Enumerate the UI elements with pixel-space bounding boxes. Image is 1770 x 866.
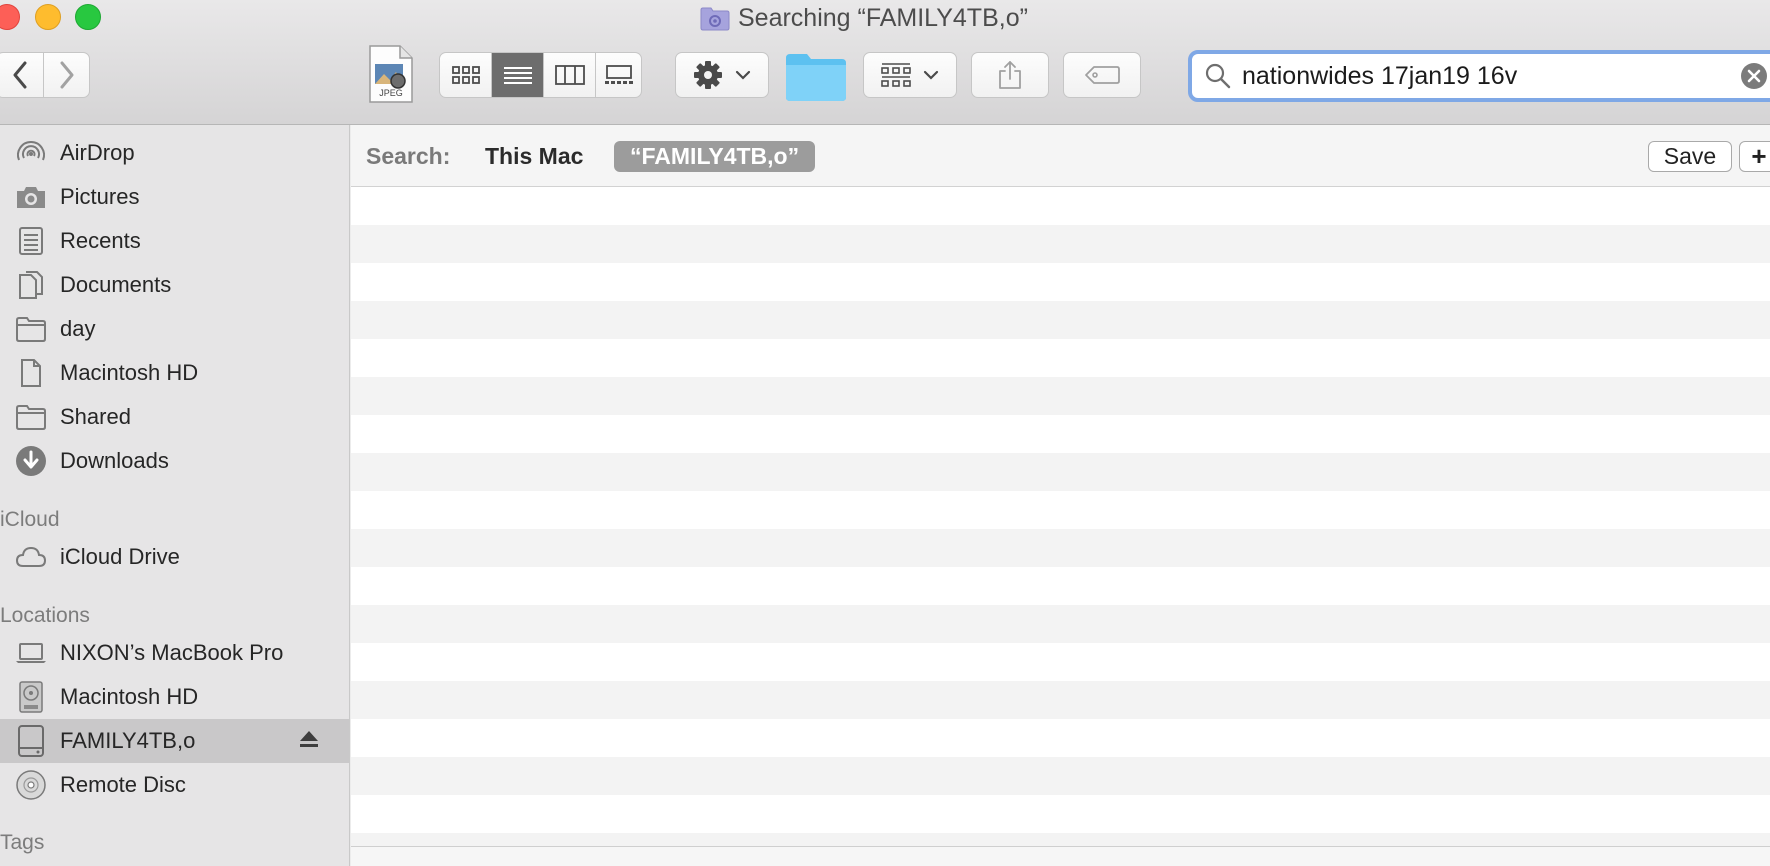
close-window-button[interactable] <box>0 4 20 30</box>
sidebar: AirDrop Pictures Recents Documents day M… <box>0 125 350 866</box>
laptop-icon <box>15 638 47 668</box>
add-criteria-button[interactable]: + <box>1739 141 1770 172</box>
camera-icon <box>15 182 47 212</box>
share-icon <box>999 61 1021 89</box>
forward-button[interactable] <box>44 53 89 97</box>
sidebar-item-label: NIXON’s MacBook Pro <box>60 640 284 665</box>
document-icon <box>15 358 47 388</box>
sidebar-item-label: Shared <box>60 404 131 429</box>
sidebar-section-tags: Tags <box>0 831 45 854</box>
sidebar-item-macintosh-hd-favorite[interactable]: Macintosh HD <box>0 351 349 395</box>
gear-icon <box>694 61 722 89</box>
sidebar-item-label: day <box>60 316 96 341</box>
scope-this-mac-button[interactable]: This Mac <box>485 143 583 170</box>
column-view-button[interactable] <box>544 53 596 97</box>
sidebar-item-pictures[interactable]: Pictures <box>0 175 349 219</box>
sidebar-item-label: Pictures <box>60 184 140 209</box>
save-search-button[interactable]: Save <box>1648 141 1732 172</box>
smart-folder-icon <box>700 7 730 31</box>
list-view-button[interactable] <box>492 53 544 97</box>
internal-disk-icon <box>15 681 47 713</box>
sidebar-item-downloads[interactable]: Downloads <box>0 439 349 483</box>
window-title: Searching “FAMILY4TB,o” <box>700 2 1028 34</box>
sidebar-item-icloud-drive[interactable]: iCloud Drive <box>0 535 349 579</box>
external-disk-icon <box>15 725 47 757</box>
columns-icon <box>554 65 585 85</box>
search-input[interactable] <box>1242 61 1732 91</box>
clear-search-icon[interactable] <box>1740 62 1768 90</box>
sidebar-item-macbook-pro[interactable]: NIXON’s MacBook Pro <box>0 631 349 675</box>
back-button[interactable] <box>0 53 44 97</box>
airdrop-icon <box>15 138 47 168</box>
gallery-icon <box>604 65 633 84</box>
sidebar-item-label: AirDrop <box>60 140 135 165</box>
file-type-label: JPEG <box>379 88 403 98</box>
search-field[interactable] <box>1188 50 1770 102</box>
chevron-left-icon <box>13 61 27 89</box>
eject-icon[interactable] <box>298 728 320 755</box>
search-scope-label: Search: <box>366 143 451 169</box>
sidebar-item-shared[interactable]: Shared <box>0 395 349 439</box>
sidebar-section-locations: Locations <box>0 604 90 627</box>
tag-button[interactable] <box>1063 52 1141 98</box>
action-menu-button[interactable] <box>675 52 769 98</box>
path-bar <box>351 846 1770 866</box>
zoom-window-button[interactable] <box>75 4 101 30</box>
sidebar-item-documents[interactable]: Documents <box>0 263 349 307</box>
gallery-view-button[interactable] <box>596 53 641 97</box>
sidebar-item-airdrop[interactable]: AirDrop <box>0 131 349 175</box>
scope-volume-button[interactable]: “FAMILY4TB,o” <box>614 141 816 172</box>
folder-icon <box>15 402 47 432</box>
cloud-icon <box>15 542 47 572</box>
download-icon <box>15 446 47 476</box>
sidebar-item-recents[interactable]: Recents <box>0 219 349 263</box>
documents-icon <box>15 270 47 300</box>
chevron-down-icon <box>735 70 751 80</box>
icon-grid-icon <box>451 66 480 84</box>
sidebar-item-macintosh-hd[interactable]: Macintosh HD <box>0 675 349 719</box>
view-mode-control <box>439 52 642 98</box>
window-title-text: Searching “FAMILY4TB,o” <box>738 3 1028 32</box>
sidebar-item-label: Remote Disc <box>60 772 186 797</box>
sidebar-item-family4tb[interactable]: FAMILY4TB,o <box>0 719 349 763</box>
back-forward-control <box>0 52 90 98</box>
sidebar-item-label: Macintosh HD <box>60 684 199 709</box>
chevron-right-icon <box>60 61 73 89</box>
disc-icon <box>15 770 47 800</box>
icon-view-button[interactable] <box>440 53 492 97</box>
folder-icon <box>786 54 846 101</box>
search-results-list[interactable] <box>351 187 1770 847</box>
list-lines-icon <box>503 67 532 84</box>
jpeg-file-icon[interactable]: JPEG <box>368 44 414 104</box>
group-by-icon <box>881 63 911 87</box>
minimize-window-button[interactable] <box>35 4 61 30</box>
magnifier-icon <box>1205 63 1231 89</box>
folder-icon <box>15 314 47 344</box>
sidebar-item-label: Macintosh HD <box>60 360 199 385</box>
sidebar-item-label: iCloud Drive <box>60 544 180 569</box>
recents-icon <box>15 226 47 256</box>
sidebar-item-label: Documents <box>60 272 172 297</box>
sidebar-item-remote-disc[interactable]: Remote Disc <box>0 763 349 807</box>
sidebar-item-label: Downloads <box>60 448 169 473</box>
sidebar-item-label: FAMILY4TB,o <box>60 728 196 753</box>
share-button[interactable] <box>971 52 1049 98</box>
sidebar-section-icloud: iCloud <box>0 508 60 531</box>
sidebar-item-day[interactable]: day <box>0 307 349 351</box>
new-folder-button[interactable] <box>785 50 847 102</box>
group-by-button[interactable] <box>863 52 957 98</box>
chevron-down-icon <box>923 70 939 80</box>
window-toolbar: Searching “FAMILY4TB,o” JPEG <box>0 0 1770 125</box>
search-scope-bar: Search: This Mac “FAMILY4TB,o” Save + <box>351 125 1770 187</box>
sidebar-item-label: Recents <box>60 228 141 253</box>
tag-icon <box>1085 66 1120 84</box>
